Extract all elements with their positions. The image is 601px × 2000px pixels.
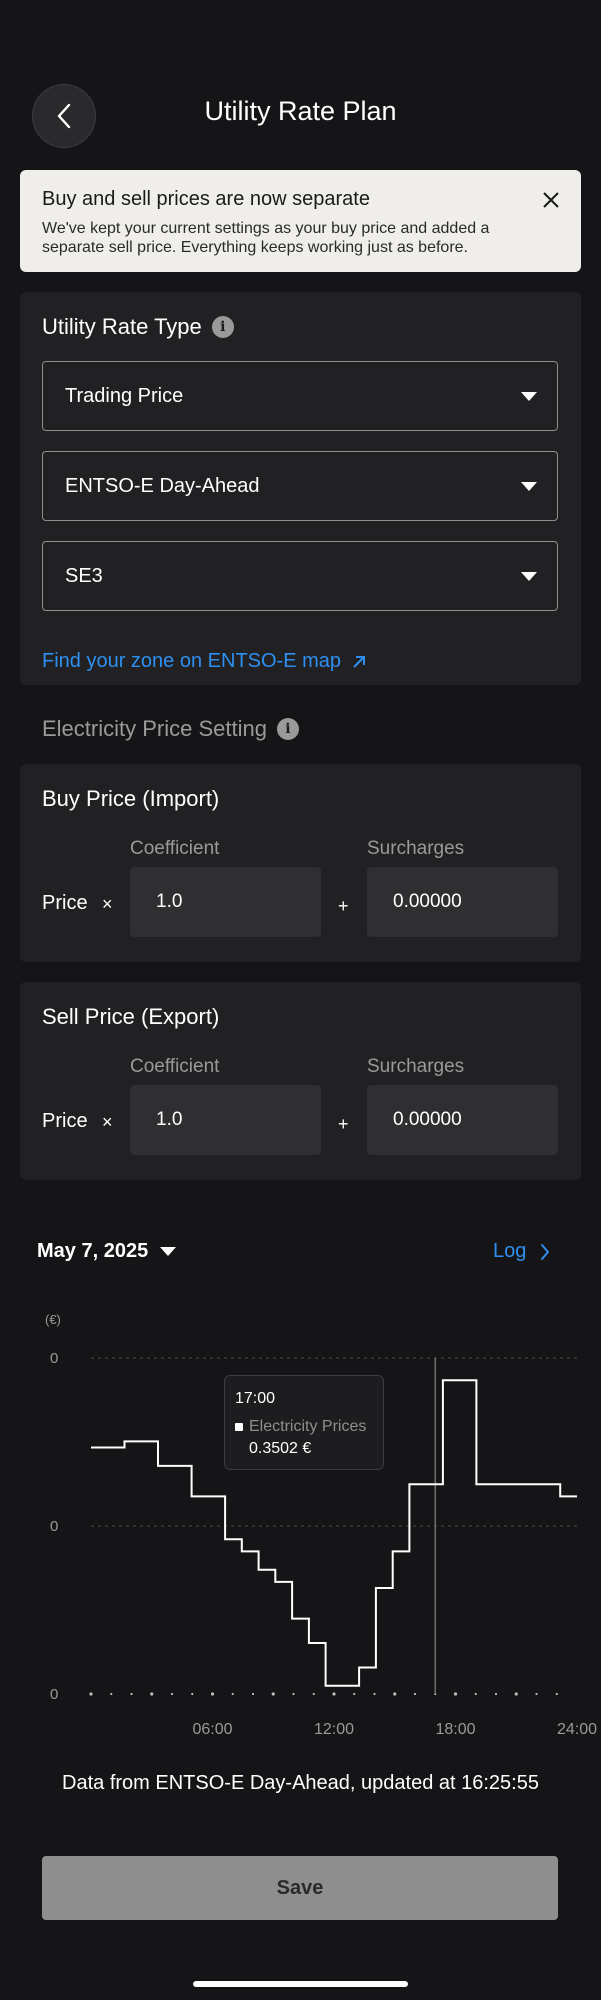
banner-title: Buy and sell prices are now separate: [42, 188, 370, 210]
x-tick-dot: [514, 1692, 518, 1696]
buy-surcharges-input[interactable]: 0.00000: [367, 867, 558, 937]
x-tick-dot: [150, 1692, 154, 1696]
tooltip-series-name: Electricity Prices: [249, 1418, 367, 1435]
x-axis: 06:00 12:00 18:00 24:00: [192, 1721, 597, 1738]
price-setting-heading: Electricity Price Setting i: [42, 716, 299, 742]
rate-type-select[interactable]: Trading Price: [42, 361, 558, 431]
x-axis-dots: [89, 1692, 558, 1696]
x-tick-dot: [191, 1692, 194, 1696]
rate-type-value: Trading Price: [65, 384, 184, 407]
sell-coefficient-input[interactable]: 1.0: [130, 1085, 321, 1155]
coefficient-label: Coefficient: [130, 1056, 220, 1077]
x-tick-dot: [555, 1692, 558, 1696]
price-source-value: ENTSO-E Day-Ahead: [65, 474, 260, 497]
info-icon[interactable]: i: [211, 316, 234, 338]
zone-select[interactable]: SE3: [42, 541, 558, 611]
x-tick-dot: [210, 1692, 215, 1696]
x-tick-label: 12:00: [314, 1721, 354, 1738]
sell-coefficient-value: 1.0: [156, 1109, 183, 1130]
chart-tooltip: 17:00 Electricity Prices 0.3502 €: [224, 1375, 384, 1470]
rate-type-heading: Utility Rate Type i: [42, 314, 234, 340]
x-tick-dot: [353, 1692, 356, 1696]
y-axis: 0 0 0: [50, 1350, 58, 1703]
x-tick-label: 24:00: [557, 1721, 597, 1738]
caret-down-icon: [521, 391, 537, 401]
x-tick-dot: [110, 1692, 113, 1696]
x-tick-dot: [535, 1692, 538, 1696]
sell-price-card: Sell Price (Export) Coefficient Surcharg…: [20, 982, 581, 1180]
save-label: Save: [276, 1876, 324, 1899]
x-tick-dot: [292, 1692, 295, 1696]
multiply-sign: ×: [102, 1112, 113, 1132]
caret-down-icon: [521, 481, 537, 491]
x-tick-dot: [251, 1692, 255, 1696]
surcharges-label: Surcharges: [367, 838, 465, 859]
rate-type-title: Utility Rate Type: [42, 314, 202, 339]
buy-coefficient-input[interactable]: 1.0: [130, 867, 321, 937]
plus-sign: +: [338, 1114, 349, 1134]
buy-price-card: Buy Price (Import) Coefficient Surcharge…: [20, 764, 581, 962]
home-indicator: [193, 1981, 408, 1987]
chart-caption: Data from ENTSO-E Day-Ahead, updated at …: [62, 1772, 539, 1794]
x-tick-dot: [474, 1692, 477, 1696]
chevron-right-icon: [541, 1243, 550, 1260]
x-tick-dot: [170, 1692, 174, 1696]
price-label: Price: [42, 892, 88, 914]
surcharges-label: Surcharges: [367, 1056, 465, 1077]
price-source-select[interactable]: ENTSO-E Day-Ahead: [42, 451, 558, 521]
date-value: May 7, 2025: [37, 1240, 149, 1262]
close-icon: [543, 192, 559, 208]
x-tick-dot: [130, 1692, 133, 1696]
caret-down-icon: [160, 1247, 177, 1256]
caret-down-icon: [521, 571, 537, 581]
rate-type-card: Utility Rate Type i Trading Price ENTSO-…: [20, 292, 581, 685]
date-selector[interactable]: May 7, 2025: [37, 1240, 177, 1263]
zone-map-link-label: Find your zone on ENTSO-E map: [42, 650, 342, 672]
x-tick-dot: [312, 1692, 315, 1696]
x-tick-dot: [373, 1692, 376, 1696]
price-setting-title: Electricity Price Setting: [42, 716, 267, 741]
banner-close-button[interactable]: [537, 186, 565, 214]
buy-coefficient-value: 1.0: [156, 891, 183, 912]
x-tick-dot: [393, 1692, 397, 1696]
x-tick-dot: [453, 1692, 458, 1696]
zone-value: SE3: [65, 564, 103, 587]
buy-price-title: Buy Price (Import): [42, 786, 220, 811]
x-tick-dot: [231, 1692, 234, 1696]
coefficient-label: Coefficient: [130, 838, 220, 859]
x-tick-dot: [332, 1692, 336, 1696]
x-tick-dot: [271, 1692, 275, 1696]
tooltip-value: 0.3502 €: [249, 1440, 312, 1457]
y-tick-label: 0: [50, 1350, 58, 1367]
external-link-arrow-icon: [353, 655, 366, 668]
unit-label: (€): [45, 1312, 61, 1327]
sell-surcharges-value: 0.00000: [393, 1109, 462, 1130]
sell-surcharges-input[interactable]: 0.00000: [367, 1085, 558, 1155]
price-chart[interactable]: (€) 0 0 0 06:00 12:00 18:00 24:00: [0, 1300, 601, 1760]
price-label: Price: [42, 1110, 88, 1132]
log-link[interactable]: Log: [493, 1240, 550, 1263]
page-title: Utility Rate Plan: [204, 96, 397, 126]
plus-sign: +: [338, 896, 349, 916]
tooltip-series: Electricity Prices: [235, 1418, 373, 1436]
y-tick-label: 0: [50, 1686, 58, 1703]
multiply-sign: ×: [102, 894, 113, 914]
x-tick-dot: [494, 1692, 498, 1696]
x-tick-dot: [89, 1692, 93, 1696]
x-tick-label: 06:00: [192, 1721, 232, 1738]
banner-text: We've kept your current settings as your…: [42, 220, 490, 256]
info-banner: Buy and sell prices are now separate We'…: [20, 170, 581, 272]
save-button[interactable]: Save: [42, 1856, 558, 1920]
zone-map-link[interactable]: Find your zone on ENTSO-E map: [42, 650, 367, 673]
x-tick-label: 18:00: [435, 1721, 475, 1738]
log-label: Log: [493, 1240, 527, 1262]
y-tick-label: 0: [50, 1518, 58, 1535]
tooltip-time: 17:00: [235, 1390, 276, 1407]
x-tick-dot: [413, 1692, 417, 1696]
buy-surcharges-value: 0.00000: [393, 891, 462, 912]
info-icon[interactable]: i: [276, 718, 299, 740]
sell-price-title: Sell Price (Export): [42, 1004, 220, 1029]
legend-swatch: [235, 1423, 243, 1431]
